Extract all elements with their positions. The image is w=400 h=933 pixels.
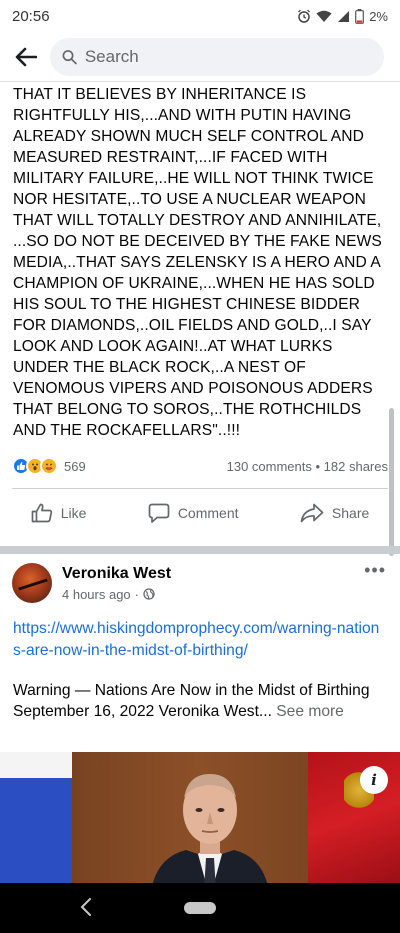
nav-back-icon[interactable]: [80, 897, 92, 917]
wifi-icon: [316, 10, 332, 22]
thumbs-up-icon: [31, 503, 52, 523]
preview-title: Warning — Nations Are Now in the Midst o…: [13, 682, 370, 699]
post-header: Veronika West 4 hours ago · •••: [12, 560, 388, 606]
dot-separator: •: [315, 458, 324, 474]
comment-icon: [148, 503, 170, 523]
more-options-button[interactable]: •••: [364, 560, 386, 581]
meta-dot: ·: [134, 586, 140, 602]
comments-count[interactable]: 130 comments: [227, 459, 312, 474]
preview-line: September 16, 2022 Veronika West...: [13, 703, 272, 720]
more-dots-icon: •••: [364, 560, 386, 580]
reaction-count: 569: [64, 458, 86, 474]
author-block: Veronika West 4 hours ago ·: [62, 565, 171, 602]
engagement-counts: 130 comments • 182 shares: [227, 459, 388, 474]
system-navigation-bar: [0, 883, 400, 933]
back-button[interactable]: [10, 41, 42, 73]
status-bar: 20:56 2%: [0, 0, 400, 32]
divider: [12, 488, 388, 489]
post-meta: 4 hours ago ·: [62, 587, 171, 602]
signal-icon: [338, 10, 350, 22]
share-label: Share: [331, 505, 370, 521]
globe-icon: [143, 588, 155, 600]
share-button[interactable]: Share: [286, 495, 383, 531]
reactions-summary[interactable]: 569 130 comments • 182 shares: [12, 454, 388, 478]
person-figure: [152, 774, 268, 883]
shares-count[interactable]: 182 shares: [324, 459, 388, 474]
search-box[interactable]: [50, 37, 384, 76]
post-image[interactable]: i: [0, 752, 400, 883]
post-link[interactable]: https://www.hiskingdomprophecy.com/warni…: [13, 618, 387, 662]
care-reaction-icon: [40, 457, 58, 475]
share-icon: [300, 503, 324, 523]
author-name[interactable]: Veronika West: [62, 565, 171, 583]
top-bar: [0, 32, 400, 82]
status-time: 20:56: [12, 7, 50, 25]
battery-percent: 2%: [369, 8, 388, 24]
post-actions: Like Comment Share: [0, 490, 400, 536]
see-more-link[interactable]: See more: [276, 703, 344, 720]
post-body: Warning — Nations Are Now in the Midst o…: [13, 680, 387, 722]
like-label: Like: [60, 505, 87, 521]
nav-home-button[interactable]: [184, 902, 216, 914]
comment-label: Comment: [177, 505, 239, 521]
flag-left: [0, 752, 72, 883]
like-button[interactable]: Like: [17, 495, 101, 531]
post-text: THAT IT BELIEVES BY INHERITANCE IS RIGHT…: [13, 86, 382, 439]
battery-icon: [355, 8, 365, 24]
image-info-button[interactable]: i: [360, 766, 388, 794]
arrow-left-icon: [15, 47, 37, 66]
avatar[interactable]: [12, 563, 52, 603]
reaction-icons: 569: [12, 457, 86, 475]
preview-line-row: September 16, 2022 Veronika West... See …: [13, 701, 387, 722]
comment-button[interactable]: Comment: [134, 495, 253, 532]
alarm-icon: [298, 9, 311, 23]
search-input[interactable]: [84, 46, 372, 67]
status-icons: 2%: [297, 8, 388, 24]
post-time[interactable]: 4 hours ago: [62, 587, 131, 602]
search-icon: [62, 49, 77, 64]
post-separator: [0, 546, 400, 554]
